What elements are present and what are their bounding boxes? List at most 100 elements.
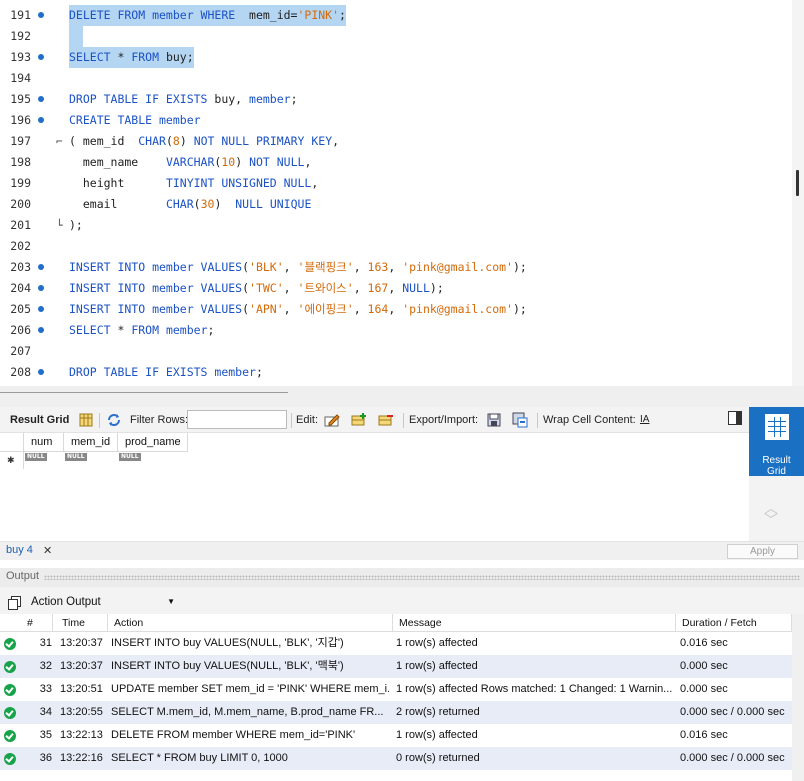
code-line[interactable]: 196 CREATE TABLE member (0, 110, 792, 131)
sql-editor[interactable]: 191 DELETE FROM member WHERE mem_id='PINK… (0, 0, 792, 386)
edit-label: Edit: (296, 414, 319, 426)
column-header-num[interactable]: num (24, 433, 64, 452)
toolbar-separator (537, 413, 538, 428)
code-line[interactable]: 194 (0, 68, 792, 89)
output-cell-num: 36 (39, 752, 52, 764)
code-line[interactable]: 191 DELETE FROM member WHERE mem_id='PINK… (0, 5, 792, 26)
code-line[interactable]: 205 INSERT INTO member VALUES('APN', '에이핑… (0, 299, 792, 320)
edit-row-icon[interactable] (324, 412, 340, 428)
output-cell-action: INSERT INTO buy VALUES(NULL, 'BLK', '맥북'… (111, 660, 344, 672)
close-tab-icon[interactable]: ✕ (43, 544, 52, 557)
output-row[interactable]: 34 13:20:55 SELECT M.mem_id, M.mem_name, B… (0, 701, 792, 724)
output-row[interactable]: 33 13:20:51 UPDATE member SET mem_id = 'PI… (0, 678, 792, 701)
delete-row-icon[interactable] (378, 412, 394, 428)
output-panel-header: Output (0, 568, 804, 587)
apply-button[interactable]: Apply (727, 544, 798, 559)
editor-scroll-thumb[interactable] (796, 170, 799, 196)
result-grid-side-button[interactable]: Result Grid (749, 407, 804, 477)
code-text: SELECT * FROM buy; (69, 47, 194, 68)
editor-scrollbar[interactable] (792, 0, 804, 386)
column-header-time[interactable]: Time (53, 614, 108, 632)
output-cell-action: UPDATE member SET mem_id = 'PINK' WHERE … (111, 683, 389, 695)
null-cell-mem-id[interactable]: NULL (65, 453, 87, 461)
column-header-action[interactable]: Action (108, 614, 393, 632)
side-button-label-1: Result (762, 455, 791, 466)
tab-buy-4[interactable]: buy 4 (6, 544, 33, 556)
output-row[interactable]: 35 13:22:13 DELETE FROM member WHERE mem_i… (0, 724, 792, 747)
column-header-number[interactable]: # (0, 614, 53, 632)
output-row[interactable]: 36 13:22:16 SELECT * FROM buy LIMIT 0, 100… (0, 747, 792, 770)
grid-corner[interactable] (0, 433, 24, 452)
output-row[interactable]: 31 13:20:37 INSERT INTO buy VALUES(NULL, '… (0, 632, 792, 655)
success-check-icon (4, 638, 16, 650)
output-row[interactable]: 32 13:20:37 INSERT INTO buy VALUES(NULL, '… (0, 655, 792, 678)
statement-marker-icon (38, 264, 44, 270)
line-number: 191 (10, 8, 31, 22)
result-grid-label[interactable]: Result Grid (10, 407, 69, 433)
code-line[interactable]: 201 └); (0, 215, 792, 236)
code-text (69, 26, 83, 47)
statement-marker-icon (38, 306, 44, 312)
result-grid[interactable]: num mem_id prod_name ✱ NULL NULL NULL (0, 433, 749, 541)
import-icon[interactable] (512, 412, 528, 428)
output-cell-message: 1 row(s) affected (396, 660, 478, 672)
line-number: 195 (10, 92, 31, 106)
editor-results-splitter[interactable] (0, 386, 804, 407)
fold-marker-icon[interactable]: └ (56, 215, 63, 236)
toggle-panel-icon[interactable] (728, 411, 742, 425)
line-number: 192 (10, 29, 31, 43)
output-cell-time: 13:22:13 (60, 729, 103, 741)
column-header-mem-id[interactable]: mem_id (64, 433, 118, 452)
filter-rows-label: Filter Rows: (130, 414, 189, 426)
copy-icon[interactable] (8, 596, 21, 610)
code-line[interactable]: 192 (0, 26, 792, 47)
output-scrollbar[interactable] (792, 614, 804, 781)
code-line[interactable]: 208 DROP TABLE IF EXISTS member; (0, 362, 792, 383)
code-line[interactable]: 202 (0, 236, 792, 257)
success-check-icon (4, 707, 16, 719)
line-number: 199 (10, 176, 31, 190)
wrap-cell-icon[interactable]: IA (640, 407, 649, 433)
code-line[interactable]: 207 (0, 341, 792, 362)
null-cell-prod-name[interactable]: NULL (119, 453, 141, 461)
code-line[interactable]: 203 INSERT INTO member VALUES('BLK', '블랙핑… (0, 257, 792, 278)
output-cell-action: DELETE FROM member WHERE mem_id='PINK' (111, 729, 356, 741)
toolbar-separator (291, 413, 292, 428)
refresh-icon[interactable] (106, 412, 122, 428)
output-cell-duration: 0.000 sec / 0.000 sec (680, 752, 785, 764)
output-cell-message: 1 row(s) affected (396, 637, 478, 649)
code-text: DROP TABLE IF EXISTS member; (69, 365, 263, 379)
column-header-prod-name[interactable]: prod_name (118, 433, 188, 452)
code-line[interactable]: 193 SELECT * FROM buy; (0, 47, 792, 68)
code-text: email CHAR(30) NULL UNIQUE (69, 197, 312, 211)
code-line[interactable]: 199 height TINYINT UNSIGNED NULL, (0, 173, 792, 194)
code-line[interactable]: 204 INSERT INTO member VALUES('TWC', '트와이… (0, 278, 792, 299)
export-icon[interactable] (486, 412, 502, 428)
output-drag-handle[interactable] (44, 575, 800, 580)
statement-marker-icon (38, 327, 44, 333)
statement-marker-icon (38, 12, 44, 18)
column-header-duration[interactable]: Duration / Fetch (676, 614, 792, 632)
line-number: 206 (10, 323, 31, 337)
output-mode-select[interactable]: Action Output ▼ (27, 593, 177, 611)
code-line[interactable]: 198 mem_name VARCHAR(10) NOT NULL, (0, 152, 792, 173)
line-number: 197 (10, 134, 31, 148)
grid-view-icon[interactable] (78, 412, 94, 428)
fold-marker-icon[interactable]: ⌐ (56, 131, 63, 152)
output-cell-duration: 0.000 sec / 0.000 sec (680, 706, 785, 718)
code-line[interactable]: 200 email CHAR(30) NULL UNIQUE (0, 194, 792, 215)
code-line[interactable]: 206 SELECT * FROM member; (0, 320, 792, 341)
wrap-cell-label: Wrap Cell Content: (543, 414, 636, 426)
null-cell-num[interactable]: NULL (25, 453, 47, 461)
add-row-icon[interactable] (351, 412, 367, 428)
code-line[interactable]: 195 DROP TABLE IF EXISTS buy, member; (0, 89, 792, 110)
code-line[interactable]: 197 ⌐ ( mem_id CHAR(8) NOT NULL PRIMARY KE… (0, 131, 792, 152)
output-cell-message: 1 row(s) affected (396, 729, 478, 741)
success-check-icon (4, 684, 16, 696)
column-header-message[interactable]: Message (393, 614, 676, 632)
success-check-icon (4, 661, 16, 673)
filter-rows-input[interactable] (187, 410, 287, 429)
output-cell-time: 13:22:16 (60, 752, 103, 764)
panel-scroll-chevrons-icon[interactable]: ︿ ﹀ (764, 501, 778, 527)
output-title: Output (6, 570, 40, 582)
